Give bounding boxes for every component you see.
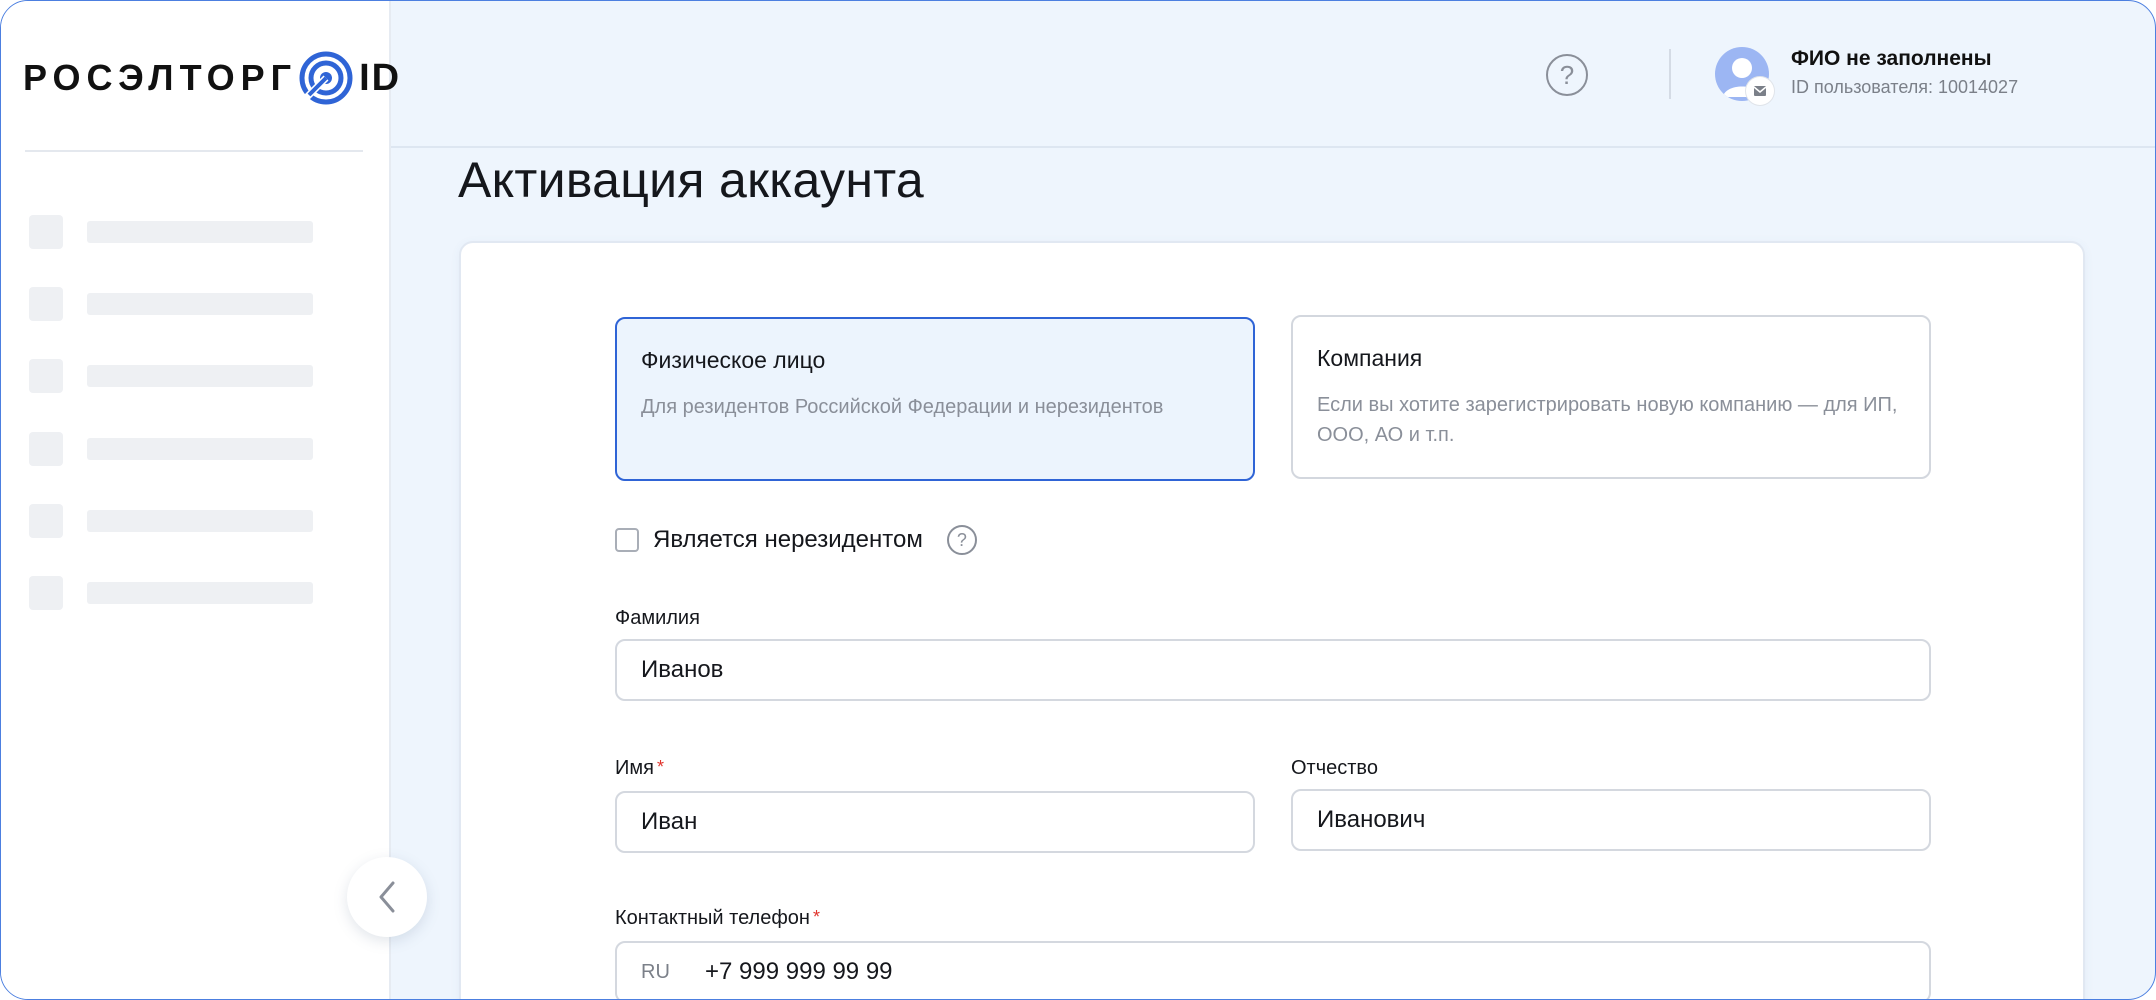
nonresident-label[interactable]: Является нерезидентом [653,526,923,554]
account-type-company[interactable]: Компания Если вы хотите зарегистрировать… [1291,315,1931,479]
question-icon[interactable]: ? [946,525,977,555]
help-icon[interactable]: ? [1546,54,1588,96]
name-label: Имя * [615,757,664,780]
required-mark: * [812,907,820,927]
account-type-individual[interactable]: Физическое лицо Для резидентов Российско… [615,317,1255,481]
chevron-left-icon [379,881,395,913]
phone-country-code[interactable]: RU [641,961,705,984]
name-value: Иван [641,808,698,835]
surname-field[interactable]: Иванов [615,639,1931,701]
phone-value: +7 999 999 99 99 [705,958,893,985]
sidebar-placeholder-item [29,215,313,249]
account-type-title: Компания [1317,345,1423,371]
sidebar-divider [25,150,363,152]
account-type-title: Физическое лицо [641,347,826,373]
surname-label-text: Фамилия [615,607,700,629]
sidebar-placeholder-item [29,287,313,321]
name-field[interactable]: Иван [615,791,1255,853]
mail-icon [1746,77,1774,105]
logo-text: РОСЭЛТОРГ [23,57,298,98]
patronymic-label-text: Отчество [1291,757,1378,779]
sidebar-collapse-button[interactable] [347,857,427,937]
patronymic-value: Иванович [1317,806,1426,833]
logo-mark-icon [299,51,353,105]
phone-label-text: Контактный телефон [615,907,810,929]
nonresident-row: Является нерезидентом ? [615,525,977,555]
account-type-description: Для резидентов Российской Федерации и не… [641,396,1164,418]
nonresident-checkbox[interactable] [615,528,639,552]
phone-field[interactable]: RU +7 999 999 99 99 [615,941,1931,999]
help-glyph: ? [1559,59,1575,90]
account-type-description: Если вы хотите зарегистрировать новую ко… [1317,394,1898,446]
sidebar-placeholder-item [29,359,313,393]
patronymic-label: Отчество [1291,757,1378,780]
header: ? ФИО не заполнены ID пользователя: 1001… [391,1,2155,148]
required-mark: * [656,757,664,777]
activation-form-card: Физическое лицо Для резидентов Российско… [459,241,2085,999]
surname-value: Иванов [641,656,724,683]
sidebar: РОСЭЛТОРГ ID [1,1,399,999]
question-glyph: ? [956,529,967,550]
sidebar-placeholder-item [29,576,313,610]
name-label-text: Имя [615,757,654,779]
sidebar-placeholder-item [29,504,313,538]
page-title: Активация аккаунта [458,152,925,208]
phone-label: Контактный телефон * [615,907,820,930]
sidebar-placeholder-item [29,432,313,466]
logo[interactable]: РОСЭЛТОРГ ID [23,51,401,105]
user-name[interactable]: ФИО не заполнены [1791,47,1992,71]
app-frame: РОСЭЛТОРГ ID ? ФИО не заполнены ID польз… [0,0,2156,1000]
patronymic-field[interactable]: Иванович [1291,789,1931,851]
surname-label: Фамилия [615,607,700,630]
header-separator [1669,49,1671,99]
user-id: ID пользователя: 10014027 [1791,77,2019,97]
